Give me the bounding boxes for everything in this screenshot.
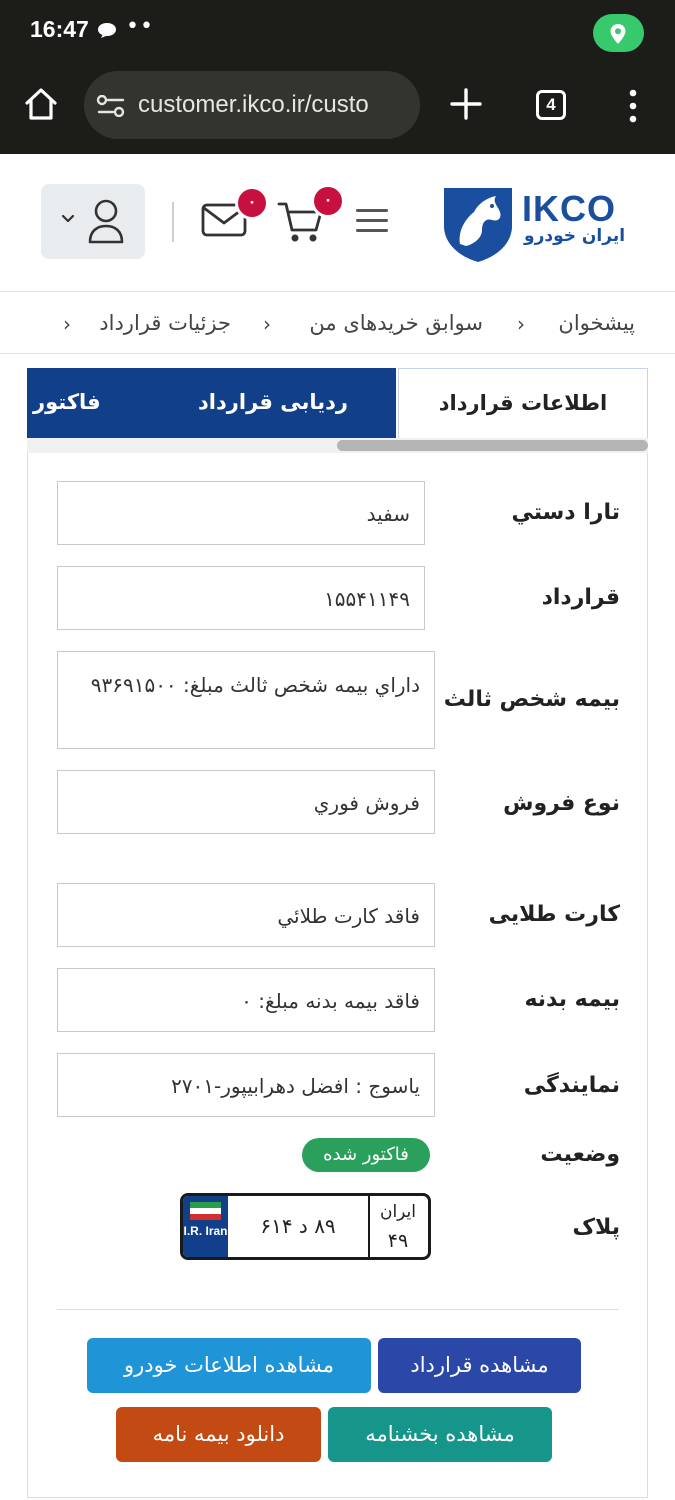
view-bulletin-button[interactable]: مشاهده بخشنامه: [328, 1407, 552, 1462]
location-indicator: [593, 14, 644, 52]
value-body-insurance: فاقد بیمه بدنه مبلغ: ۰: [57, 968, 435, 1032]
license-plate: I.R. Iran ۸۹ د ۶۱۴ ایران ۴۹: [180, 1193, 431, 1260]
plate-region-code: ۴۹: [387, 1230, 409, 1252]
tab-contract-tracking[interactable]: ردیابی قرارداد: [150, 368, 398, 438]
status-more-dots: ••: [126, 14, 154, 39]
value-golden-card: فاقد کارت طلائي: [57, 883, 435, 947]
more-options-icon[interactable]: [627, 89, 639, 123]
breadcrumb: پیشخوان ‹ سوابق خریدهای من ‹ جزئیات قرار…: [0, 292, 675, 354]
cart-count-badge: ۰: [311, 184, 345, 218]
location-pin-icon: [610, 24, 626, 44]
breadcrumb-dashboard[interactable]: پیشخوان: [558, 311, 635, 335]
breadcrumb-chevron-icon: ‹: [263, 312, 271, 336]
value-sale-type: فروش فوري: [57, 770, 435, 834]
user-icon: [88, 199, 124, 244]
logo-persian-text: ایران خودرو: [524, 226, 626, 246]
label-sale-type: نوع فروش: [503, 791, 620, 816]
label-dealership: نمایندگی: [523, 1073, 620, 1098]
contract-tabs: اطلاعات قرارداد ردیابی قرارداد فاکتور: [27, 368, 648, 438]
label-status: وضعیت: [540, 1142, 620, 1167]
user-menu-button[interactable]: [41, 184, 145, 259]
value-contract-number: ۱۵۵۴۱۱۴۹: [57, 566, 425, 630]
site-header: ۰ ۰ IKCO ایران خودرو: [0, 154, 675, 292]
iran-flag-icon: I.R. Iran: [183, 1196, 228, 1257]
plate-country-code: I.R. Iran: [183, 1224, 228, 1238]
tabs-scrollbar[interactable]: [27, 438, 648, 453]
download-insurance-button[interactable]: دانلود بیمه نامه: [116, 1407, 321, 1462]
scrollbar-thumb[interactable]: [337, 440, 648, 451]
label-contract-number: قرارداد: [541, 585, 620, 610]
breadcrumb-contract-details: جزئیات قرارداد: [99, 311, 231, 335]
plate-region-label: ایران: [379, 1202, 417, 1222]
address-bar[interactable]: customer.ikco.ir/custo: [84, 71, 420, 139]
value-color: سفید: [57, 481, 425, 545]
logo-wordmark: IKCO: [522, 188, 616, 229]
breadcrumb-chevron-icon: ‹: [63, 312, 71, 336]
breadcrumb-purchase-history[interactable]: سوابق خریدهای من: [309, 311, 483, 335]
hamburger-menu-icon[interactable]: [356, 209, 388, 235]
tab-invoice[interactable]: فاکتور: [27, 368, 150, 438]
status-time: 16:47: [30, 16, 89, 42]
label-body-insurance: بیمه بدنه: [524, 987, 620, 1012]
view-contract-button[interactable]: مشاهده قرارداد: [378, 1338, 581, 1393]
tab-switcher-button[interactable]: 4: [536, 90, 566, 120]
tab-contract-info[interactable]: اطلاعات قرارداد: [398, 368, 648, 438]
value-dealership: یاسوج : افضل دهرابیپور-۲۷۰۱: [57, 1053, 435, 1117]
chevron-down-icon: [61, 214, 75, 223]
label-golden-card: کارت طلایی: [488, 902, 620, 927]
label-plate: پلاک: [572, 1215, 621, 1240]
value-third-party-insurance: داراي بیمه شخص ثالث مبلغ: ۹۳۶۹۱۵۰۰: [57, 651, 435, 749]
plate-number: ۸۹ د ۶۱۴: [260, 1214, 336, 1238]
status-bar: 16:47 ••: [0, 0, 675, 60]
browser-toolbar: customer.ikco.ir/custo 4: [0, 60, 675, 154]
ikco-logo[interactable]: IKCO ایران خودرو: [440, 182, 630, 264]
chat-notification-icon: [98, 23, 116, 38]
label-color: تارا دستي: [511, 500, 620, 525]
view-vehicle-info-button[interactable]: مشاهده اطلاعات خودرو: [87, 1338, 371, 1393]
plate-region: ایران ۴۹: [368, 1196, 428, 1257]
breadcrumb-chevron-icon: ‹: [517, 312, 525, 336]
url-text: customer.ikco.ir/custo: [138, 91, 369, 118]
label-third-party-insurance: بیمه شخص ثالث: [443, 687, 620, 712]
mail-count-badge: ۰: [235, 186, 269, 220]
horse-shield-icon: [444, 188, 512, 262]
home-icon[interactable]: [22, 85, 60, 123]
section-divider: [57, 1309, 619, 1310]
site-settings-icon[interactable]: [96, 95, 126, 117]
status-badge: فاکتور شده: [302, 1138, 430, 1172]
new-tab-icon[interactable]: [448, 86, 484, 122]
header-divider: [172, 202, 174, 242]
